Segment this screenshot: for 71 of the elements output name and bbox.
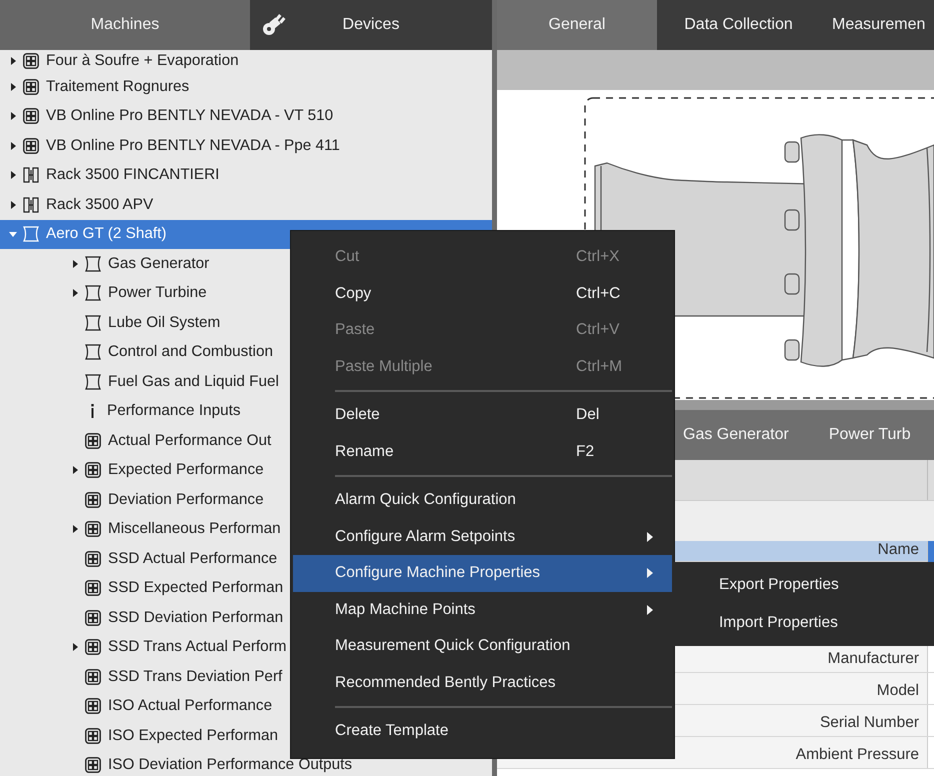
property-value-cell[interactable] — [928, 541, 934, 563]
machine-icon — [85, 254, 101, 273]
grid-icon — [85, 550, 101, 568]
tree-item[interactable]: ISO Deviation Performance Outputs — [0, 750, 492, 776]
menu-item[interactable]: Configure Machine Properties — [293, 555, 672, 592]
expand-arrow-icon[interactable] — [8, 200, 18, 210]
shortcut-label: Ctrl+M — [576, 358, 624, 376]
expand-arrow-icon[interactable] — [70, 465, 80, 476]
machine-icon — [85, 372, 101, 391]
panel-tab[interactable]: Devices — [250, 0, 492, 50]
tab[interactable]: Power Turb — [828, 426, 911, 444]
shortcut-label: F2 — [576, 442, 596, 461]
menu-item[interactable]: Map Machine Points — [293, 592, 672, 628]
menu-item[interactable]: Copy Ctrl+C — [293, 276, 672, 312]
grid-icon — [23, 52, 39, 70]
grid-icon — [85, 726, 101, 745]
expand-arrow-icon[interactable] — [70, 642, 80, 652]
grid-icon — [23, 78, 39, 96]
property-value-cell[interactable] — [928, 705, 934, 736]
expand-arrow-icon[interactable] — [70, 258, 80, 269]
shortcut-label: Ctrl+X — [576, 248, 620, 266]
expand-arrow-icon[interactable] — [8, 82, 18, 92]
panel-tab[interactable]: Machines — [0, 0, 250, 50]
machine-icon — [85, 284, 101, 302]
rack-icon — [23, 196, 39, 214]
grid-icon — [85, 490, 101, 509]
submenu-arrow-icon — [646, 604, 654, 615]
grid-icon — [85, 432, 101, 450]
grid-icon — [85, 608, 101, 627]
rack-icon — [23, 166, 39, 184]
tree-item[interactable]: Four à Soufre + Evaporation — [0, 50, 492, 72]
expand-arrow-icon[interactable] — [8, 170, 18, 180]
shortcut-label: Ctrl+C — [576, 284, 622, 303]
tree-item[interactable]: Rack 3500 FINCANTIERI — [0, 160, 492, 190]
menu-item[interactable]: Delete Del — [293, 397, 672, 434]
tree-item[interactable]: VB Online Pro BENTLY NEVADA - VT 510 — [0, 102, 492, 131]
grid-icon — [85, 756, 101, 774]
plug-icon — [260, 12, 286, 38]
tab[interactable]: Measuremen — [820, 0, 934, 50]
grid-icon — [23, 107, 39, 126]
menu-item[interactable]: Alarm Quick Configuration — [293, 482, 672, 518]
tree-item[interactable]: Traitement Rognures — [0, 72, 492, 102]
expand-arrow-icon[interactable] — [70, 288, 80, 298]
shortcut-label: Ctrl+V — [576, 321, 620, 340]
info-icon — [91, 404, 94, 418]
grid-icon — [85, 579, 101, 598]
submenu-arrow-icon — [646, 532, 654, 542]
machine-icon — [85, 343, 101, 362]
grid-icon — [85, 461, 101, 480]
grid-icon — [85, 668, 101, 686]
grid-icon — [85, 697, 101, 716]
grid-icon — [23, 136, 39, 155]
expand-arrow-icon[interactable] — [8, 111, 18, 122]
tab[interactable]: Gas Generator — [683, 426, 789, 444]
grid-icon — [85, 638, 101, 656]
expand-arrow-icon[interactable] — [70, 524, 80, 534]
tab[interactable]: General — [497, 0, 657, 50]
property-value-cell[interactable] — [928, 737, 934, 768]
machine-icon — [85, 314, 101, 332]
grid-icon — [85, 520, 101, 538]
tree-item[interactable]: Rack 3500 APV — [0, 190, 492, 220]
tab[interactable]: Data Collection — [657, 0, 820, 50]
submenu-arrow-icon — [646, 568, 654, 578]
property-value-cell[interactable] — [928, 673, 934, 704]
machine-icon — [23, 225, 39, 244]
menu-item[interactable]: Import Properties — [673, 604, 934, 642]
tree-item[interactable]: VB Online Pro BENTLY NEVADA - Ppe 411 — [0, 131, 492, 160]
shortcut-label: Del — [576, 406, 600, 424]
expand-arrow-icon[interactable] — [8, 56, 18, 66]
menu-item[interactable]: Export Properties — [673, 566, 934, 604]
expand-arrow-icon[interactable] — [8, 140, 18, 151]
